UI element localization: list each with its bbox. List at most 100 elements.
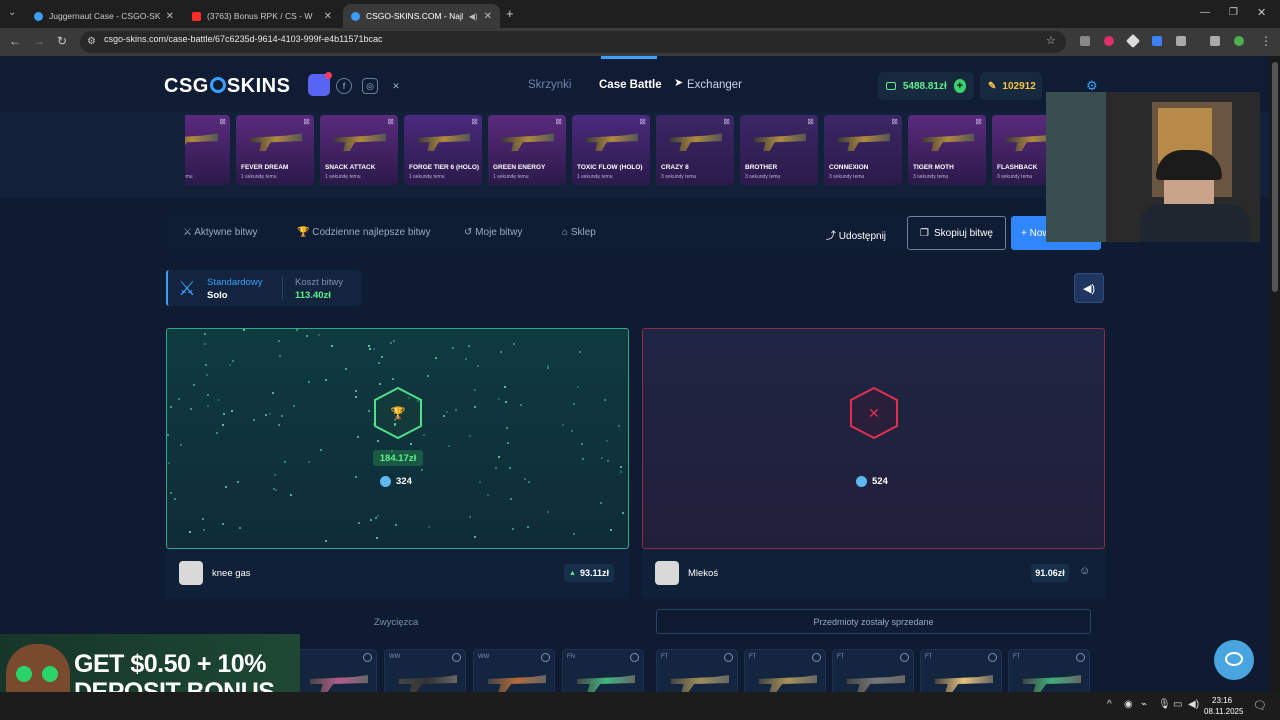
minimize-icon[interactable]: — — [1200, 7, 1210, 18]
player-name[interactable]: knee gas — [212, 568, 251, 579]
balance-badge[interactable]: 5488.81zł + — [878, 72, 974, 100]
back-icon[interactable]: ← — [9, 34, 21, 48]
sound-toggle-button[interactable]: ◀) — [1074, 273, 1104, 303]
scrollbar-thumb[interactable] — [1272, 62, 1278, 292]
coin-amount: 524 — [856, 476, 888, 487]
check-icon — [988, 653, 997, 662]
case-card[interactable]: ⊠ TIGER MOTH 3 sekundy temu — [908, 115, 986, 185]
copy-battle-button[interactable]: ❐ Skopiuj bitwę — [907, 216, 1006, 250]
particle — [394, 424, 396, 426]
particle — [610, 529, 612, 531]
particle — [512, 528, 514, 530]
case-time: 1 sekundę temu — [325, 174, 361, 180]
hide-icon[interactable]: ⊠ — [891, 117, 898, 126]
case-card[interactable]: ⊠ FORGE TIER 6 (HOLO) 1 sekundę temu — [404, 115, 482, 185]
tab-search-icon[interactable]: ⌄ — [8, 7, 16, 18]
hide-icon[interactable]: ⊠ — [807, 117, 814, 126]
site-info-icon[interactable]: ⚙ — [87, 36, 96, 47]
item-condition: FT — [749, 654, 757, 660]
volume-icon[interactable]: ◀) — [1188, 699, 1199, 710]
particle — [392, 378, 394, 380]
restore-icon[interactable]: ❐ — [1229, 7, 1238, 18]
tab-favicon-icon — [34, 11, 43, 21]
particle — [465, 358, 467, 360]
clock-time[interactable]: 23:16 — [1212, 696, 1232, 705]
profile-avatar[interactable] — [1234, 36, 1244, 46]
hide-icon[interactable]: ⊠ — [303, 117, 310, 126]
case-card[interactable]: ⊠ GREEN ENERGY 1 sekundę temu — [488, 115, 566, 185]
coins-badge[interactable]: ✎ 102912 — [980, 72, 1042, 100]
url-text: csgo-skins.com/case-battle/67c6235d-9614… — [104, 34, 383, 44]
crossed-swords-icon: ⚔ — [178, 278, 196, 300]
case-name: FEVER DREAM — [241, 164, 289, 171]
new-tab-button[interactable]: + — [506, 6, 514, 21]
weapon-image — [759, 675, 817, 692]
particle — [358, 522, 360, 524]
case-name: FLASHBACK — [997, 164, 1038, 171]
hide-icon[interactable]: ⊠ — [219, 117, 226, 126]
discord-tray-icon[interactable]: ◉ — [1124, 699, 1133, 710]
case-card[interactable]: ⊠ BROTHER 3 sekundy temu — [740, 115, 818, 185]
case-card[interactable]: ⊠ TOXIC FLOW (HOLO) 1 sekundę temu — [572, 115, 650, 185]
page-scrollbar[interactable] — [1270, 56, 1280, 692]
browser-tab-bar: ⌄ Juggernaut Case - CSGO-SKINS ✕ (3763) … — [0, 0, 1280, 28]
x-icon[interactable]: ✕ — [388, 78, 404, 94]
network-icon[interactable]: ⌁ — [1141, 699, 1147, 710]
tab-youtube[interactable]: (3763) Bonus RPK / CS - W ✕ — [184, 4, 340, 28]
reload-icon[interactable]: ↻ — [57, 34, 67, 48]
bookmark-star-icon[interactable]: ☆ — [1046, 34, 1056, 47]
hide-icon[interactable]: ⊠ — [555, 117, 562, 126]
shop-link[interactable]: ⌂ Sklep — [562, 227, 596, 238]
nav-case-battle[interactable]: Case Battle — [599, 79, 662, 91]
particle — [377, 440, 379, 442]
hide-icon[interactable]: ⊠ — [975, 117, 982, 126]
case-card[interactable]: ⊠ CRAZY 8 3 sekundy temu — [656, 115, 734, 185]
hide-icon[interactable]: ⊠ — [471, 117, 478, 126]
extension-icon[interactable] — [1080, 36, 1090, 46]
forward-icon[interactable]: → — [33, 34, 45, 48]
display-icon[interactable]: ▭ — [1173, 699, 1182, 710]
nav-exchanger[interactable]: Exchanger — [687, 79, 742, 91]
microphone-icon[interactable]: 🎙 — [1158, 699, 1171, 710]
pencil-icon: ✎ — [988, 80, 997, 92]
share-button[interactable]: ⤴ Udostępnij — [826, 227, 886, 242]
live-chat-button[interactable] — [1214, 640, 1254, 680]
case-card[interactable]: ⊠ SNACK ATTACK 1 sekundę temu — [320, 115, 398, 185]
tab-csgo-skins[interactable]: CSGO-SKINS.COM - Najlep ◀) ✕ — [343, 4, 500, 28]
nav-cases[interactable]: Skrzynki — [528, 79, 571, 91]
notifications-icon[interactable]: 🗨 — [1253, 699, 1267, 712]
my-battles-link[interactable]: ↺ Moje bitwy — [464, 227, 522, 238]
hide-icon[interactable]: ⊠ — [639, 117, 646, 126]
active-battles-link[interactable]: ⚔ Aktywne bitwy — [183, 227, 258, 238]
extension-icon[interactable] — [1104, 36, 1114, 46]
hide-icon[interactable]: ⊠ — [723, 117, 730, 126]
tab-juggernaut[interactable]: Juggernaut Case - CSGO-SKINS ✕ — [26, 4, 182, 28]
speaker-icon[interactable]: ◀) — [469, 12, 478, 21]
tray-chevron-icon[interactable]: ^ — [1107, 699, 1112, 710]
case-time: 3 sekundy temu — [745, 174, 781, 180]
menu-icon[interactable]: ⋮ — [1260, 34, 1272, 48]
particle — [620, 471, 622, 473]
daily-best-battles-link[interactable]: 🏆 Codzienne najlepsze bitwy — [297, 227, 431, 238]
smiley-icon[interactable]: ☺ — [1079, 565, 1090, 577]
discord-icon[interactable] — [308, 72, 332, 96]
close-icon[interactable]: ✕ — [484, 11, 492, 22]
clock-date[interactable]: 08.11.2025 — [1204, 707, 1243, 716]
site-logo[interactable]: CSG SKINS — [164, 75, 290, 98]
facebook-icon[interactable]: f — [336, 78, 352, 94]
avatar[interactable] — [179, 561, 203, 585]
close-icon[interactable]: ✕ — [166, 11, 174, 22]
hide-icon[interactable]: ⊠ — [387, 117, 394, 126]
reading-list-icon[interactable] — [1210, 36, 1220, 46]
player-name[interactable]: Mlekoś — [688, 568, 718, 579]
particle — [223, 413, 225, 415]
close-icon[interactable]: ✕ — [324, 11, 332, 22]
puzzle-icon[interactable] — [1176, 36, 1186, 46]
window-close-icon[interactable]: ✕ — [1257, 6, 1266, 19]
case-card[interactable]: ⊠ CONNEXION 3 sekundy temu — [824, 115, 902, 185]
case-card[interactable]: ⊠ FEVER DREAM 1 sekundę temu — [236, 115, 314, 185]
extension-icon[interactable] — [1152, 36, 1162, 46]
avatar[interactable] — [655, 561, 679, 585]
add-funds-button[interactable]: + — [953, 79, 966, 93]
instagram-icon[interactable]: ◎ — [362, 78, 378, 94]
